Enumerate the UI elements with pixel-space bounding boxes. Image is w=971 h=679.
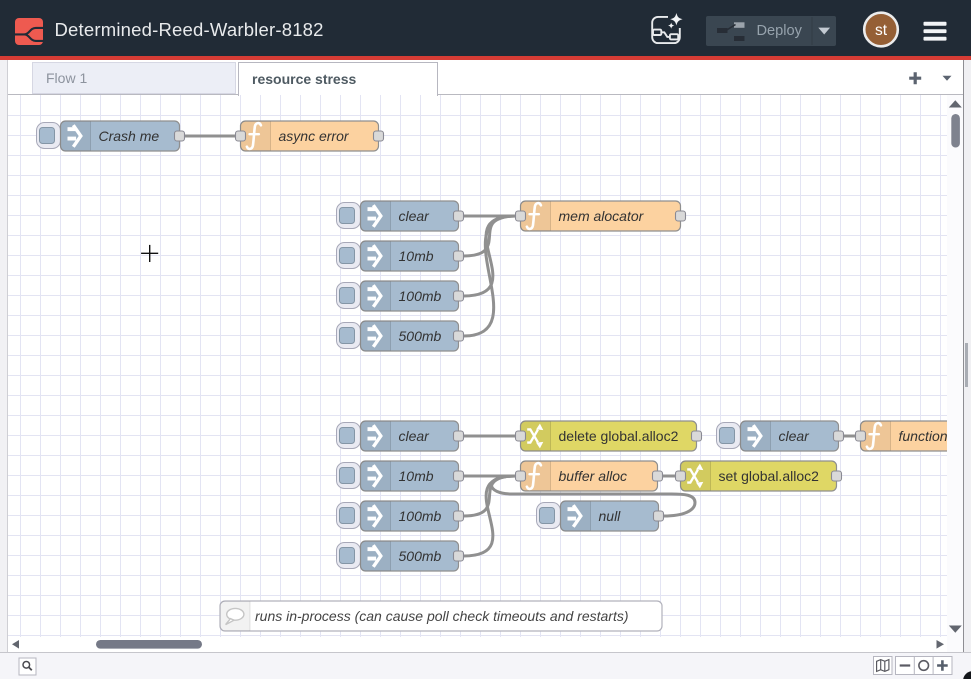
svg-text:Deploy: Deploy [757, 23, 803, 39]
svg-text:500mb: 500mb [399, 548, 442, 564]
svg-text:runs in-process (can cause pol: runs in-process (can cause poll check ti… [255, 608, 629, 624]
svg-text:Crash me: Crash me [99, 128, 160, 144]
svg-text:100mb: 100mb [399, 288, 442, 304]
svg-text:10mb: 10mb [399, 248, 434, 264]
svg-text:500mb: 500mb [399, 328, 442, 344]
svg-text:clear: clear [399, 428, 431, 444]
svg-text:st: st [875, 22, 888, 39]
svg-text:100mb: 100mb [399, 508, 442, 524]
svg-text:function: function [899, 428, 948, 444]
svg-text:null: null [599, 508, 622, 524]
svg-text:set global.alloc2: set global.alloc2 [719, 468, 820, 484]
svg-text:buffer alloc: buffer alloc [559, 468, 627, 484]
svg-text:clear: clear [779, 428, 811, 444]
svg-text:clear: clear [399, 208, 431, 224]
svg-text:delete global.alloc2: delete global.alloc2 [559, 428, 679, 444]
svg-text:async error: async error [279, 128, 350, 144]
svg-text:mem alocator: mem alocator [559, 208, 645, 224]
svg-text:10mb: 10mb [399, 468, 434, 484]
